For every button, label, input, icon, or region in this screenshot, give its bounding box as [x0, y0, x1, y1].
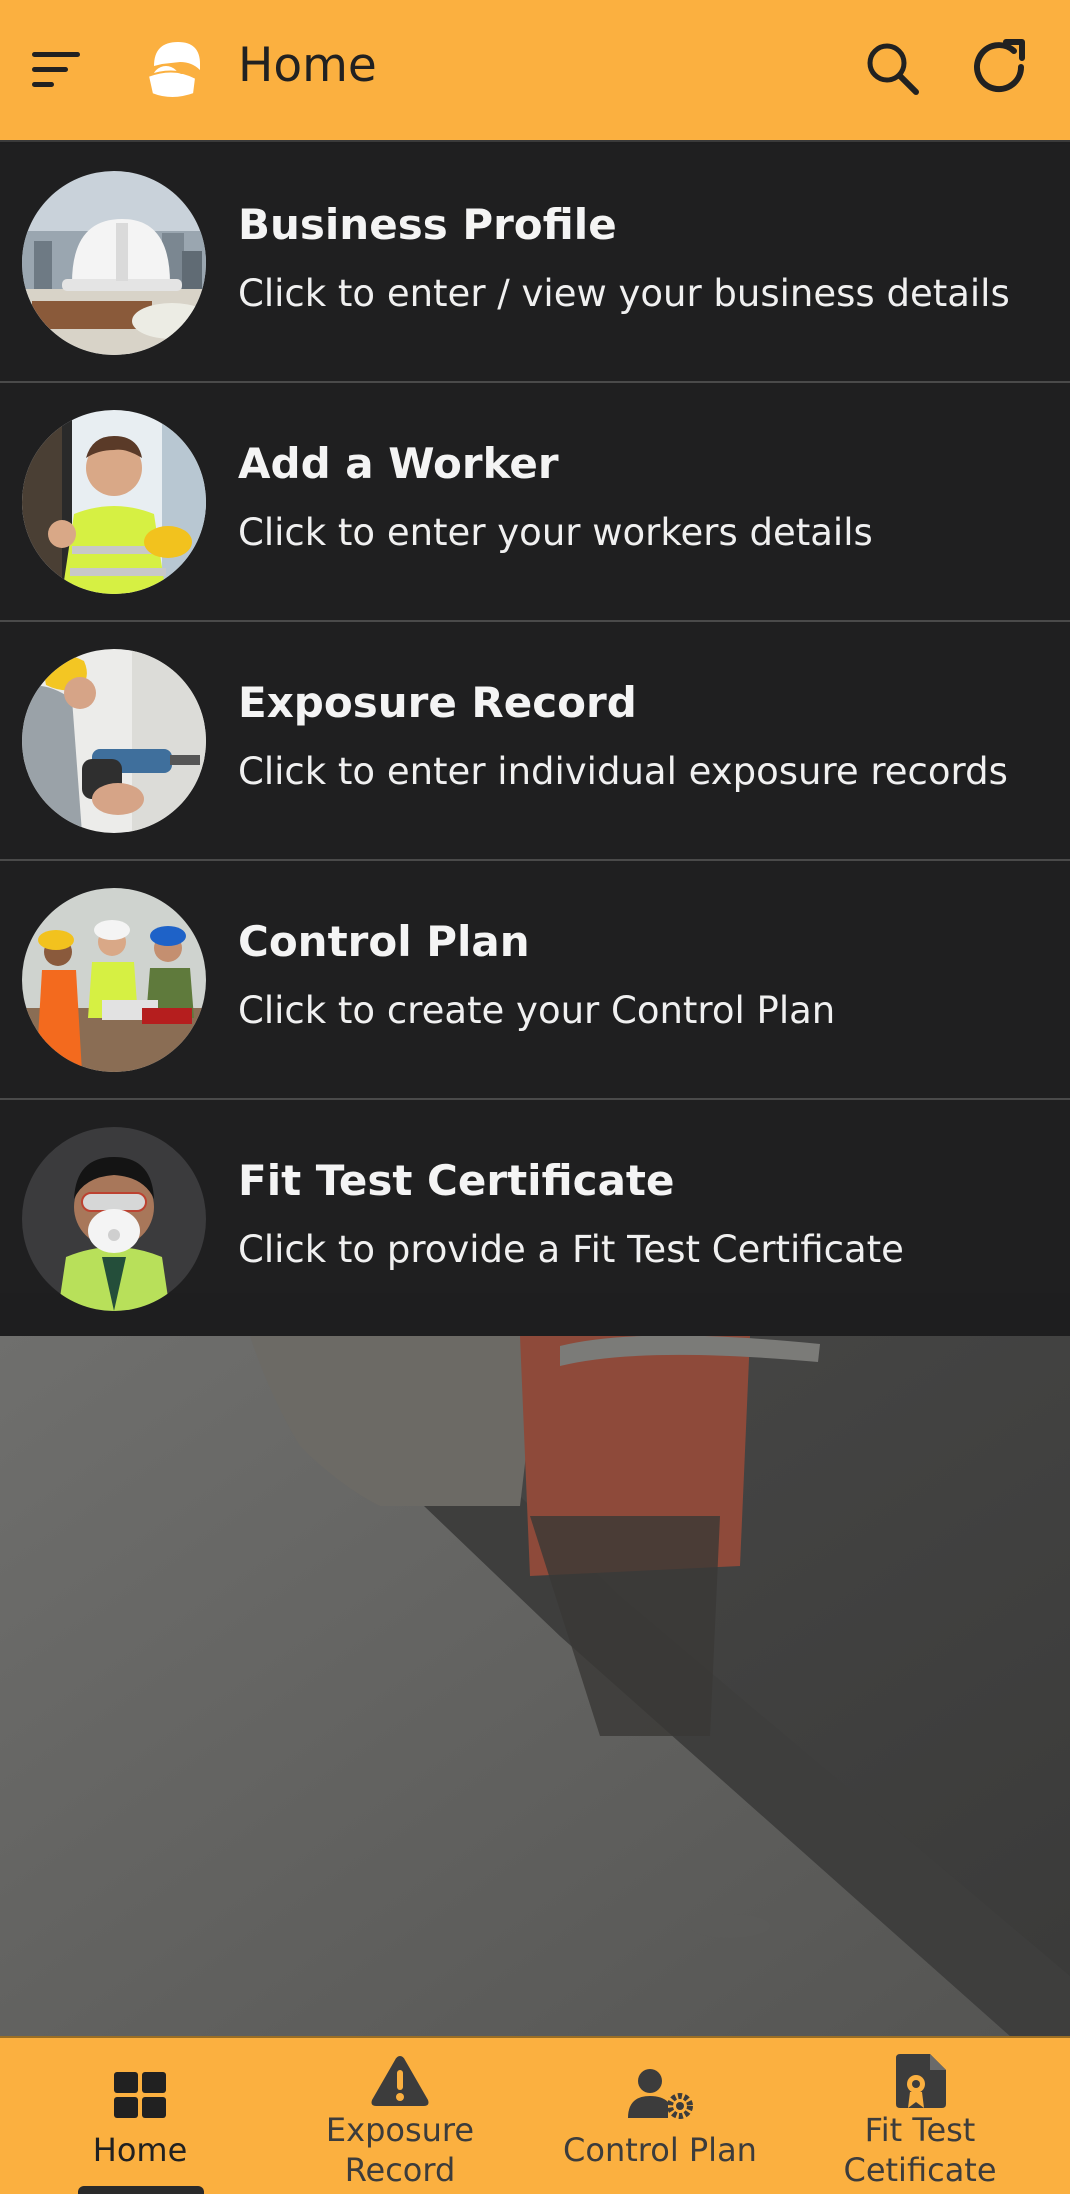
list-item-business-profile[interactable]: Business Profile Click to enter / view y… — [0, 144, 1070, 383]
search-icon[interactable] — [864, 40, 920, 96]
item-title: Fit Test Certificate — [238, 1156, 675, 1205]
bottom-navigation: Home Exposure Record Control Plan Fit Te… — [0, 2036, 1070, 2194]
workers-reviewing-plan-image — [22, 888, 206, 1072]
app-bar: Home — [0, 0, 1070, 142]
hard-hat-on-blueprints-image — [22, 171, 206, 355]
item-subtitle: Click to enter your workers details — [238, 511, 873, 554]
list-item-control-plan[interactable]: Control Plan Click to create your Contro… — [0, 861, 1070, 1100]
nav-item-control-plan[interactable]: Control Plan — [540, 2038, 780, 2194]
list-item-exposure-record[interactable]: Exposure Record Click to enter individua… — [0, 622, 1070, 861]
nav-label-fit-test: Fit Test — [864, 2111, 976, 2149]
item-title: Add a Worker — [238, 439, 559, 488]
home-menu-list: Business Profile Click to enter / view y… — [0, 144, 1070, 1311]
user-gear-icon — [628, 2068, 694, 2124]
concrete-saw-background-image — [0, 1336, 1070, 2036]
nav-label-certificate: Cetificate — [843, 2151, 997, 2189]
warning-icon — [370, 2054, 430, 2112]
active-tab-indicator — [78, 2186, 204, 2194]
worker-in-hi-vis-vest-image — [22, 410, 206, 594]
worker-wearing-respirator-mask-image — [22, 1127, 206, 1311]
nav-item-fit-test-certificate[interactable]: Fit Test Cetificate — [800, 2038, 1040, 2194]
list-item-add-worker[interactable]: Add a Worker Click to enter your workers… — [0, 383, 1070, 622]
item-subtitle: Click to create your Control Plan — [238, 989, 836, 1032]
item-title: Exposure Record — [238, 678, 637, 727]
page-title: Home — [238, 38, 377, 93]
worker-using-drill-image — [22, 649, 206, 833]
item-subtitle: Click to enter individual exposure recor… — [238, 750, 1008, 793]
item-title: Control Plan — [238, 917, 530, 966]
item-subtitle: Click to provide a Fit Test Certificate — [238, 1228, 904, 1271]
item-subtitle: Click to enter / view your business deta… — [238, 272, 1010, 315]
nav-label-exposure: Exposure — [325, 2111, 475, 2149]
nav-label-home: Home — [92, 2131, 188, 2169]
nav-item-home[interactable]: Home — [20, 2038, 260, 2194]
refresh-icon[interactable] — [970, 36, 1032, 98]
grid-icon — [114, 2072, 166, 2124]
mask-worker-logo — [144, 36, 206, 102]
sort-menu-icon[interactable] — [30, 46, 82, 94]
nav-label-record: Record — [344, 2151, 456, 2189]
nav-item-exposure-record[interactable]: Exposure Record — [280, 2038, 520, 2194]
list-item-fit-test-certificate[interactable]: Fit Test Certificate Click to provide a … — [0, 1100, 1070, 1311]
item-title: Business Profile — [238, 200, 617, 249]
nav-label-control-plan: Control Plan — [563, 2131, 757, 2169]
certificate-icon — [894, 2054, 948, 2114]
